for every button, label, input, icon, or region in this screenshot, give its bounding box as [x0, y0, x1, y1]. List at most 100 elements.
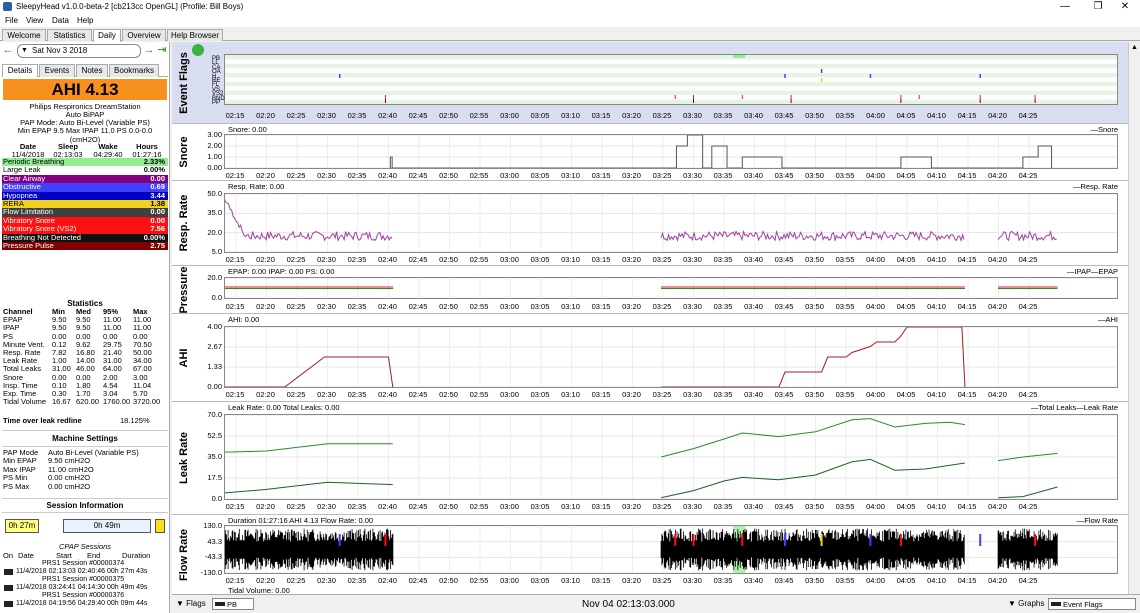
x-tick-label: 02:45	[408, 171, 428, 180]
snore-graph[interactable]: Snore Snore: 0.00 —Snore 02:15 02:20 02:25…	[172, 124, 1140, 181]
session-enabled-checkbox[interactable]	[4, 569, 13, 575]
tab-overview[interactable]: Overview	[122, 29, 166, 41]
tab-welcome[interactable]: Welcome	[2, 29, 46, 41]
snore-info: Snore: 0.00	[228, 125, 267, 134]
x-tick-label: 03:00	[500, 171, 519, 180]
y-tick-label: 43.3	[207, 536, 222, 546]
leak-rate-graph[interactable]: Leak Rate Leak Rate: 0.00 Total Leaks: 0…	[172, 402, 1140, 515]
session-row[interactable]: PRS1 Session #00000376 11/4/2018 04:19:5…	[2, 592, 168, 608]
x-tick-label: 04:20	[988, 390, 1007, 399]
session-segment[interactable]	[155, 519, 165, 533]
machine-settings-table: PAP Mode Auto Bi-Level (Variable PS) Min E…	[2, 448, 168, 491]
resp-rate-graph[interactable]: Resp. Rate Resp. Rate: 0.00 —Resp. Rate …	[172, 181, 1140, 266]
tab-events[interactable]: Events	[39, 64, 75, 77]
x-tick-label: 03:00	[500, 255, 519, 264]
session-enabled-checkbox[interactable]	[4, 585, 13, 591]
prev-day-button[interactable]: ←	[2, 44, 14, 58]
tab-bookmarks[interactable]: Bookmarks	[109, 64, 159, 77]
x-tick-label: 03:05	[530, 576, 550, 585]
leak-rate-series	[225, 481, 393, 494]
x-tick-label: 04:25	[1018, 502, 1038, 511]
tab-notes[interactable]: Notes	[76, 64, 108, 77]
graphs-button[interactable]: ▼ Graphs	[1008, 599, 1044, 608]
graph-scrollbar[interactable]: ▲	[1128, 42, 1140, 594]
leak-rate-series	[998, 486, 1058, 499]
graph-area: Event Flags PB LL CA OA H RE FL VS VS2 BND PP 02:1…	[172, 42, 1140, 595]
x-tick-label: 02:45	[408, 111, 428, 120]
maximize-button[interactable]: ❐	[1083, 0, 1113, 14]
next-day-button[interactable]: →	[143, 44, 155, 58]
x-tick-label: 04:10	[927, 390, 946, 399]
x-tick-label: 03:45	[774, 255, 794, 264]
snore-plot[interactable]	[224, 134, 1118, 169]
session-segment[interactable]: 0h 27m	[5, 519, 39, 533]
session-row[interactable]: PRS1 Session #00000375 11/4/2018 03:24:4…	[2, 576, 168, 592]
index-value: 2.75	[150, 240, 165, 250]
session-segment[interactable]: 0h 49m	[63, 519, 151, 533]
x-tick-label: 04:25	[1018, 302, 1038, 311]
tab-daily[interactable]: Daily	[93, 29, 121, 42]
x-tick-label: 04:10	[927, 111, 946, 120]
flags-button[interactable]: ▼ Flags	[176, 599, 206, 608]
ahi-graph[interactable]: AHI AHI: 0.00 —AHI 02:15 02:20 02:25 02:30 0…	[172, 314, 1140, 402]
y-tick-label: 1.33	[207, 362, 222, 371]
minimize-button[interactable]: —	[1050, 0, 1080, 14]
x-tick-label: 03:00	[500, 390, 519, 399]
x-tick-label: 02:15	[225, 171, 245, 180]
resp-rate-plot[interactable]	[224, 193, 1118, 253]
tab-details[interactable]: Details	[2, 64, 38, 77]
y-tick-label: 35.0	[207, 452, 222, 461]
x-tick-label: 04:25	[1018, 255, 1038, 264]
x-tick-label: 03:10	[561, 255, 580, 264]
x-tick-label: 02:45	[408, 390, 428, 399]
statistics-table: Channel Min Med 95% Max EPAP 9.50 9.50 11.00 11.0…	[2, 307, 168, 407]
x-tick-label: 03:40	[744, 502, 763, 511]
x-tick-label: 04:00	[866, 255, 885, 264]
ahi-summary: AHI 4.13	[3, 79, 167, 100]
session-enabled-checkbox[interactable]	[4, 601, 13, 607]
x-tick-label: 02:45	[408, 576, 428, 585]
x-tick-label: 03:45	[774, 502, 794, 511]
scroll-up-icon[interactable]: ▲	[1131, 44, 1138, 51]
menu-view[interactable]: View	[26, 16, 43, 25]
date-picker[interactable]: ▼ Sat Nov 3 2018	[17, 44, 141, 58]
last-day-button[interactable]: ⇥	[156, 44, 168, 58]
tab-statistics[interactable]: Statistics	[47, 29, 92, 41]
menu-bar: File View Data Help	[0, 14, 1140, 27]
x-tick-label: 03:35	[713, 111, 733, 120]
flow-rate-graph[interactable]: Flow Rate Duration 01:27:16 AHI 4.13 Flo…	[172, 515, 1140, 595]
pressure-plot[interactable]	[224, 277, 1118, 299]
menu-file[interactable]: File	[5, 16, 18, 25]
event-flags-plot[interactable]	[224, 54, 1118, 105]
x-axis: 02:15 02:20 02:25 02:30 02:35 02:40 02:45 02:50…	[224, 502, 1118, 511]
x-tick-label: 02:20	[256, 502, 275, 511]
flag-row-band	[225, 55, 1117, 60]
leak-rate-plot[interactable]	[224, 414, 1118, 500]
x-tick-label: 03:05	[530, 302, 550, 311]
x-tick-label: 03:30	[683, 576, 702, 585]
menu-data[interactable]: Data	[52, 16, 69, 25]
event-flags-graph[interactable]: Event Flags PB LL CA OA H RE FL VS VS2 BND PP 02:1…	[172, 42, 1140, 124]
tab-help-browser[interactable]: Help Browser	[167, 29, 223, 41]
x-tick-label: 03:00	[500, 502, 519, 511]
flow-rate-plot[interactable]	[224, 525, 1118, 574]
x-tick-label: 02:40	[378, 390, 397, 399]
ahi-series	[225, 356, 394, 387]
x-tick-label: 03:55	[835, 255, 855, 264]
session-row[interactable]: PRS1 Session #00000374 11/4/2018 02:13:0…	[2, 560, 168, 576]
x-tick-label: 03:25	[652, 390, 672, 399]
leak-rate-canvas	[225, 415, 1117, 499]
stats-cell: 620.00	[76, 397, 99, 407]
ahi-plot[interactable]	[224, 326, 1118, 388]
pressure-graph[interactable]: Pressure EPAP: 0.00 IPAP: 0.00 PS: 0.00 …	[172, 266, 1140, 314]
resp-rate-legend: —Resp. Rate	[1072, 182, 1118, 191]
pin-icon[interactable]	[192, 44, 204, 56]
menu-help[interactable]: Help	[77, 16, 93, 25]
x-tick-label: 04:00	[866, 302, 885, 311]
graph-selector[interactable]: Event Flags	[1048, 598, 1136, 610]
date-navigation: ← ▼ Sat Nov 3 2018 → ⇥	[2, 44, 168, 58]
x-tick-label: 03:35	[713, 302, 733, 311]
close-button[interactable]: ✕	[1110, 0, 1140, 14]
flag-selector[interactable]: PB	[212, 598, 254, 610]
x-axis: 02:15 02:20 02:25 02:30 02:35 02:40 02:45 02:50…	[224, 302, 1118, 311]
